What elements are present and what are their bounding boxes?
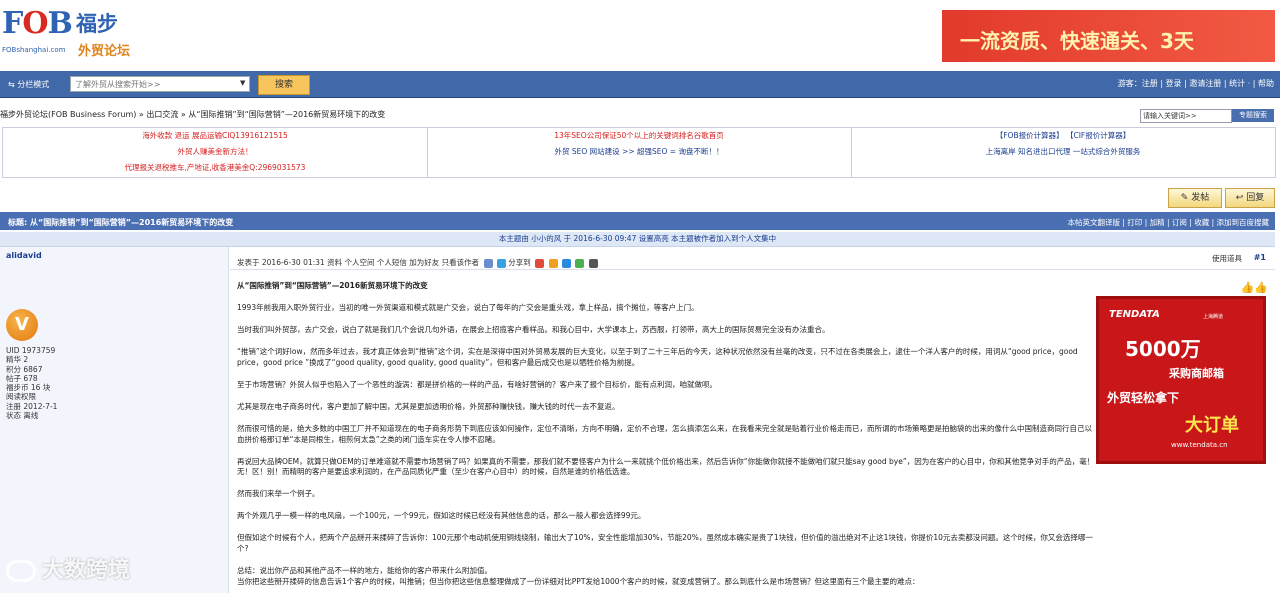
post-paragraph: 两个外观几乎一模一样的电风扇，一个100元，一个99元，假如这时候已经没有其他信… <box>237 511 646 521</box>
tools-link[interactable]: 使用道具 <box>1212 253 1242 264</box>
post-paragraph: 然而很可惜的是，绝大多数的中国工厂并不知道现在的电子商务形势下到底应该如何操作，… <box>237 424 1092 444</box>
post-heading: 从“国际推销”到“国际营销”—2016新贸易环境下的改变 <box>237 281 428 290</box>
top-ad-text: 一流资质、快速通关、3天 <box>960 29 1194 53</box>
site-logo[interactable]: FOB FOBshanghai.com 福步 外贸论坛 <box>0 2 140 64</box>
ad-headline: 5000万 <box>1125 337 1201 361</box>
post-paragraph: 总结：说出你产品和其他产品不一样的地方，能给你的客户带来什么附加值。 <box>237 566 492 576</box>
divider <box>851 128 852 177</box>
author-stats: UID 1973759 精华 2 积分 6867 帖子 678 福步币 16 块… <box>6 346 57 420</box>
watermark-text: 大数跨境 <box>42 558 131 583</box>
breadcrumb[interactable]: 福步外贸论坛(FOB Business Forum) » 出口交流 » 从“国际… <box>0 109 385 120</box>
logo-cn-name: 福步 <box>76 12 118 36</box>
author-name[interactable]: alidavid <box>6 251 42 260</box>
ad-line: 采购商邮箱 <box>1169 367 1224 380</box>
thread-title-bar: 标题: 从“国际推销”到“国际营销”—2016新贸易环境下的改变 本帖英文翻译版… <box>0 212 1275 230</box>
ad-link[interactable]: 【FOB报价计算器】 【CIF报价计算器】 <box>851 128 1275 144</box>
thread-notice: 本主题由 小小的风 于 2016-6-30 09:47 设置高亮 本主题被作者加… <box>0 232 1275 247</box>
column-mode-label: 分栏模式 <box>17 80 50 89</box>
divider <box>427 128 428 177</box>
weibo-icon[interactable] <box>535 258 545 268</box>
column-mode-toggle[interactable]: ⇆ 分栏模式 <box>8 79 49 90</box>
search-input[interactable] <box>70 76 250 92</box>
watermark-logo-icon <box>6 560 36 582</box>
stat-line: UID 1973759 <box>6 346 56 355</box>
ad-link[interactable]: 13年SEO公司保证50个以上的关键词排名谷歌首页 <box>427 128 851 144</box>
thread-title: 标题: 从“国际推销”到“国际营销”—2016新贸易环境下的改变 <box>8 218 234 227</box>
share-icon[interactable] <box>496 258 506 268</box>
ad-links-table: 海外收款 退运 展品运输CIQ13916121515 13年SEO公司保证50个… <box>2 127 1276 178</box>
post-paragraph: 然而我们来举一个例子。 <box>237 489 320 499</box>
nav-bar: ⇆ 分栏模式 ▼ 搜索 游客：注册 | 登录 | 邀请注册 | 统计 · | 帮… <box>0 71 1280 98</box>
stat-line: 阅读权限 <box>6 392 36 402</box>
tendata-ad[interactable]: TENDATA 上海腾道 5000万 采购商邮箱 外贸轻松拿下 大订单 www.… <box>1096 296 1266 464</box>
floor-number[interactable]: #1 <box>1254 253 1266 262</box>
post-paragraph: “推销”这个词好low，然而多年过去，我才真正体会到“推销”这个词，实在是深得中… <box>237 347 1078 367</box>
keyword-input[interactable]: 请输入关键词>> <box>1140 109 1232 123</box>
chevron-down-icon[interactable]: ▼ <box>240 79 245 87</box>
post-body: 从“国际推销”到“国际营销”—2016新贸易环境下的改变 1993年前我用入职外… <box>237 281 1095 587</box>
post-paragraph: 再说回大品牌OEM，就算只做OEM的订单难道就不需要市场营销了吗？如果真的不需要… <box>237 456 1095 477</box>
post-meta-links[interactable]: 发表于 2016-6-30 01:31 资料 个人空间 个人短信 加为好友 只看… <box>237 258 479 267</box>
ad-url: www.tendata.cn <box>1171 441 1228 449</box>
search-button[interactable]: 搜索 <box>258 75 310 95</box>
ad-highlight: 大订单 <box>1185 415 1239 436</box>
post-paragraph: 至于市场营销？外贸人似乎也陷入了一个恶性的漩涡：都是拼价格的一样的产品，有啥好营… <box>237 379 717 389</box>
reply-button[interactable]: ↩ 回复 <box>1225 188 1275 208</box>
wechat-icon[interactable] <box>575 258 585 268</box>
post-paragraph: 但假如这个时候有个人，把两个产品掰开来揉碎了告诉你：100元那个电动机使用铜线绕… <box>237 533 1093 553</box>
post-meta: 发表于 2016-6-30 01:31 资料 个人空间 个人短信 加为好友 只看… <box>237 257 598 268</box>
post-paragraph: 当你把这些掰开揉碎的信息告诉1个客户的时候，叫推销；但当你把这些信息整理做成了一… <box>237 576 920 586</box>
avatar[interactable]: V <box>6 309 38 341</box>
ad-link[interactable]: 代理报关退税推车,产地证,收香港美金Q:2969031573 <box>3 160 427 176</box>
ad-link[interactable]: 海外收款 退运 展品运输CIQ13916121515 <box>3 128 427 144</box>
share-label[interactable]: 分享到 <box>508 258 531 267</box>
watermark: 大数跨境 <box>6 552 130 584</box>
ad-link[interactable]: 外贸 SEO 网站建设 >> 超强SEO = 询盘不断！！ <box>427 144 851 160</box>
ad-brand: TENDATA <box>1109 309 1160 320</box>
stat-line: 注册 2012-7-1 <box>6 401 58 411</box>
stat-line: 帖子 678 <box>6 373 38 383</box>
stat-line: 精华 2 <box>6 355 29 365</box>
top-ad-banner[interactable]: 一流资质、快速通关、3天 <box>942 10 1275 62</box>
divider <box>230 269 1275 270</box>
thumbs-up-icon[interactable]: 👍👍 <box>1241 281 1268 294</box>
ad-link[interactable]: 外贸人赚美金新方法！ <box>3 144 427 160</box>
new-post-label: 发帖 <box>1191 193 1210 203</box>
qq-icon[interactable] <box>561 258 571 268</box>
logo-cn-subtitle: 外贸论坛 <box>78 44 131 59</box>
user-icon[interactable] <box>483 258 493 268</box>
post-paragraph: 当时我们叫外贸部，去广交会，说白了就是我们几个会说几句外语，在展会上招揽客户看样… <box>237 325 830 335</box>
logo-domain: FOBshanghai.com <box>2 46 66 54</box>
stat-line: 积分 6867 <box>6 364 43 374</box>
ad-brand-sub: 上海腾道 <box>1203 314 1224 320</box>
new-post-button[interactable]: ✎ 发帖 <box>1168 188 1222 208</box>
qzone-icon[interactable] <box>548 258 558 268</box>
topic-search-button[interactable]: 专题搜索 <box>1232 109 1274 122</box>
post-paragraph: 1993年前我用入职外贸行业，当初的唯一外贸渠道和模式就是广交会，说白了每年的广… <box>237 303 699 313</box>
ad-line: 外贸轻松拿下 <box>1107 391 1180 405</box>
stat-line: 状态 离线 <box>6 411 39 421</box>
logo-fob-text: FOB <box>2 6 73 41</box>
author-panel: alidavid V UID 1973759 精华 2 积分 6867 帖子 6… <box>0 247 229 593</box>
post-paragraph: 尤其是现在电子商务时代，客户更加了解中国，尤其是更加透明价格，外贸那种赚快钱，赚… <box>237 401 620 411</box>
thread-actions[interactable]: 本帖英文翻译版 | 打印 | 加精 | 订阅 | 收藏 | 添加到百度搜藏 <box>1068 217 1269 228</box>
user-links[interactable]: 游客：注册 | 登录 | 邀请注册 | 统计 · | 帮助 <box>1118 78 1274 89</box>
reply-label: 回复 <box>1246 193 1265 203</box>
more-share-icon[interactable] <box>588 258 598 268</box>
ad-link[interactable]: 上海离岸 知名进出口代理 一站式综合外贸服务 <box>851 144 1275 160</box>
